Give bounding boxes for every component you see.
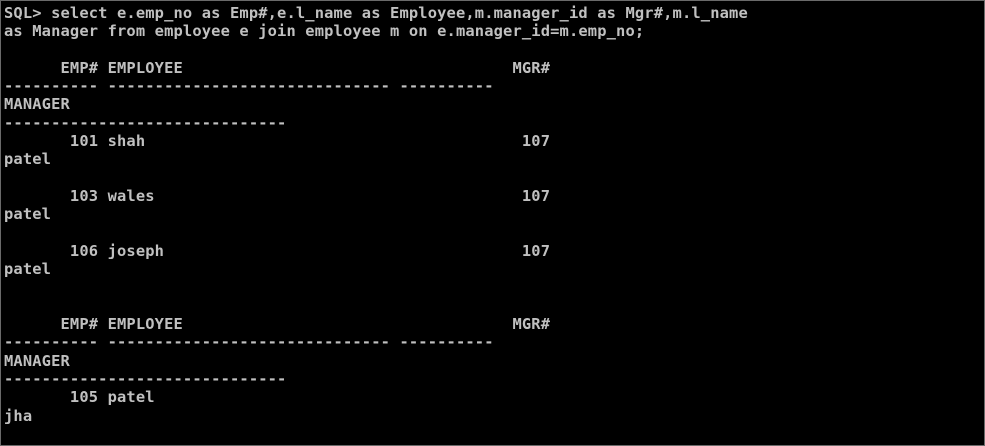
result-row-101: 101 shah 107 bbox=[4, 132, 551, 151]
result-header-1: EMP# EMPLOYEE MGR# bbox=[4, 58, 551, 77]
console-window[interactable]: SQL> select e.emp_no as Emp#,e.l_name as… bbox=[0, 0, 985, 446]
result-separator-1: ---------- -----------------------------… bbox=[4, 77, 494, 96]
result-row-105-manager: jha bbox=[4, 406, 33, 425]
result-row-103-manager: patel bbox=[4, 205, 52, 224]
result-row-106: 106 joseph 107 bbox=[4, 241, 551, 260]
manager-separator-1: ------------------------------ bbox=[4, 113, 287, 132]
result-row-106-manager: patel bbox=[4, 260, 52, 279]
manager-separator-2: ------------------------------ bbox=[4, 369, 287, 388]
result-separator-2: ---------- -----------------------------… bbox=[4, 333, 494, 352]
result-row-105: 105 patel bbox=[4, 388, 155, 407]
manager-header-1: MANAGER bbox=[4, 95, 70, 114]
sql-command-line-2: as Manager from employee e join employee… bbox=[4, 22, 645, 41]
result-row-103: 103 wales 107 bbox=[4, 186, 551, 205]
manager-header-2: MANAGER bbox=[4, 351, 70, 370]
result-row-101-manager: patel bbox=[4, 150, 52, 169]
sql-command-line-1: SQL> select e.emp_no as Emp#,e.l_name as… bbox=[4, 4, 748, 22]
result-header-2: EMP# EMPLOYEE MGR# bbox=[4, 315, 551, 334]
console-output[interactable]: SQL> select e.emp_no as Emp#,e.l_name as… bbox=[4, 4, 748, 425]
